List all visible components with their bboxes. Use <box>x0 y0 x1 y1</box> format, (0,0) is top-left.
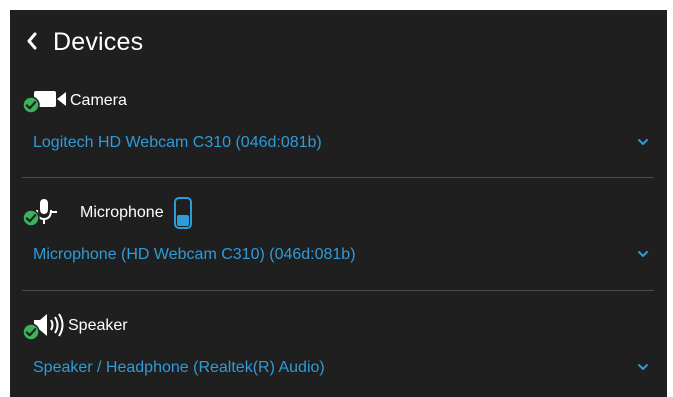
microphone-icon-group <box>22 197 66 229</box>
check-circle-icon <box>22 323 40 341</box>
microphone-section: Microphone Microphone (HD Webcam C310) (… <box>10 197 667 288</box>
speaker-label: Speaker <box>68 317 128 334</box>
speaker-icon-group <box>22 310 66 342</box>
header: Devices <box>10 10 667 70</box>
camera-label: Camera <box>70 92 127 109</box>
camera-section: Camera Logitech HD Webcam C310 (046d:081… <box>10 86 667 176</box>
camera-selected-value: Logitech HD Webcam C310 (046d:081b) <box>33 134 322 151</box>
camera-icon-group <box>22 86 68 116</box>
microphone-select[interactable]: Microphone (HD Webcam C310) (046d:081b) <box>10 238 667 272</box>
check-circle-icon <box>22 209 40 227</box>
chevron-left-icon <box>27 32 37 50</box>
speaker-section: Speaker Speaker / Headphone (Realtek(R) … <box>10 311 667 397</box>
microphone-label: Microphone <box>80 204 164 221</box>
speaker-select[interactable]: Speaker / Headphone (Realtek(R) Audio) <box>10 351 667 385</box>
divider <box>22 177 654 178</box>
mic-level-meter-icon <box>173 197 192 229</box>
camera-label-row: Camera <box>22 86 127 116</box>
divider <box>22 290 654 291</box>
check-circle-icon <box>22 96 40 114</box>
chevron-down-icon <box>638 251 648 257</box>
microphone-selected-value: Microphone (HD Webcam C310) (046d:081b) <box>33 246 356 263</box>
chevron-down-icon <box>638 364 648 370</box>
speaker-label-row: Speaker <box>22 311 128 341</box>
devices-panel: Devices Camera Logitech HD Webcam C310 (… <box>10 10 667 397</box>
camera-select[interactable]: Logitech HD Webcam C310 (046d:081b) <box>10 126 667 160</box>
page-title: Devices <box>53 28 144 56</box>
back-button[interactable] <box>24 30 40 52</box>
chevron-down-icon <box>638 139 648 145</box>
speaker-selected-value: Speaker / Headphone (Realtek(R) Audio) <box>33 359 325 376</box>
microphone-label-row: Microphone <box>22 197 192 229</box>
